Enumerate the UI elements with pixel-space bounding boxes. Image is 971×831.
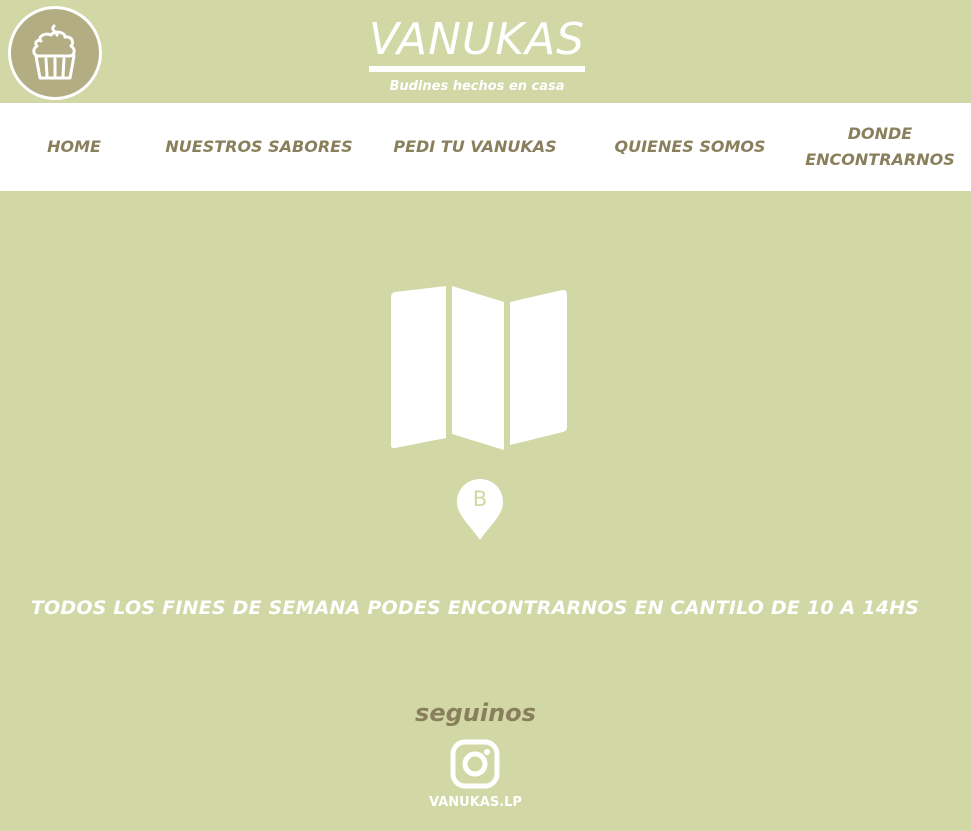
main-nav: HOME NUESTROS SABORES PEDI TU VANUKAS QU… — [0, 103, 971, 191]
cupcake-icon — [32, 24, 76, 80]
nav-item-donde-encontrarnos[interactable]: DONDE ENCONTRARNOS — [795, 103, 965, 191]
nav-item-quienes-somos[interactable]: QUIENES SOMOS — [606, 103, 774, 191]
logo-badge[interactable] — [8, 6, 102, 100]
schedule-text: TODOS LOS FINES DE SEMANA PODES ENCONTRA… — [30, 597, 920, 619]
instagram-link[interactable] — [450, 739, 500, 789]
nav-item-home[interactable]: HOME — [30, 103, 118, 191]
map-pin-icon: B — [454, 477, 506, 541]
pin-letter: B — [472, 487, 488, 511]
nav-item-pedi-tu-vanukas[interactable]: PEDI TU VANUKAS — [386, 103, 564, 191]
map-icon — [391, 286, 567, 450]
site-tagline: Budines hechos en casa — [389, 79, 565, 94]
instagram-handle[interactable]: VANUKAS.LP — [0, 795, 951, 810]
nav-item-label: NUESTROS SABORES — [165, 137, 353, 156]
brand: VANUKAS Budines hechos en casa — [361, 16, 593, 94]
instagram-icon — [450, 739, 500, 789]
site-header: VANUKAS Budines hechos en casa — [0, 0, 971, 103]
nav-item-label: QUIENES SOMOS — [614, 137, 766, 156]
title-underline — [369, 66, 585, 72]
nav-item-label: PEDI TU VANUKAS — [393, 137, 557, 156]
nav-item-label: DONDE ENCONTRARNOS — [805, 124, 955, 169]
site-title[interactable]: VANUKAS — [361, 16, 593, 64]
main-content: B TODOS LOS FINES DE SEMANA PODES ENCONT… — [0, 191, 971, 831]
follow-label: seguinos — [415, 699, 536, 727]
nav-item-label: HOME — [47, 137, 101, 156]
nav-item-nuestros-sabores[interactable]: NUESTROS SABORES — [160, 103, 358, 191]
